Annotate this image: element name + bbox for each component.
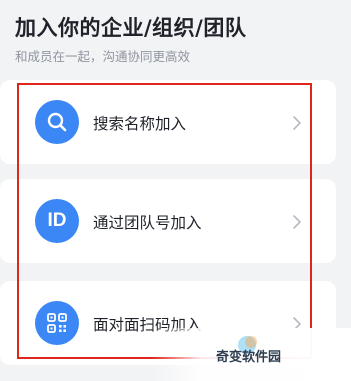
id-icon-text: ID bbox=[47, 210, 67, 231]
search-icon bbox=[35, 100, 79, 144]
page-subtitle: 和成员在一起，沟通协同更高效 bbox=[15, 49, 191, 64]
join-by-team-id-label: 通过团队号加入 bbox=[93, 214, 202, 232]
join-by-team-id-option[interactable]: ID 通过团队号加入 bbox=[0, 179, 336, 263]
id-icon: ID bbox=[35, 199, 79, 243]
chevron-right-icon bbox=[293, 215, 301, 229]
chevron-right-icon bbox=[293, 116, 301, 130]
qr-code-icon bbox=[35, 301, 79, 345]
page-title: 加入你的企业/组织/团队 bbox=[15, 16, 247, 40]
watermark-text: 奇变软件园 bbox=[216, 350, 282, 365]
chevron-right-icon bbox=[293, 317, 301, 331]
join-by-name-label: 搜索名称加入 bbox=[93, 115, 187, 133]
join-by-qr-scan-label: 面对面扫码加入 bbox=[93, 316, 202, 334]
join-by-name-option[interactable]: 搜索名称加入 bbox=[0, 80, 336, 164]
join-by-qr-scan-option[interactable]: 面对面扫码加入 bbox=[0, 281, 336, 365]
